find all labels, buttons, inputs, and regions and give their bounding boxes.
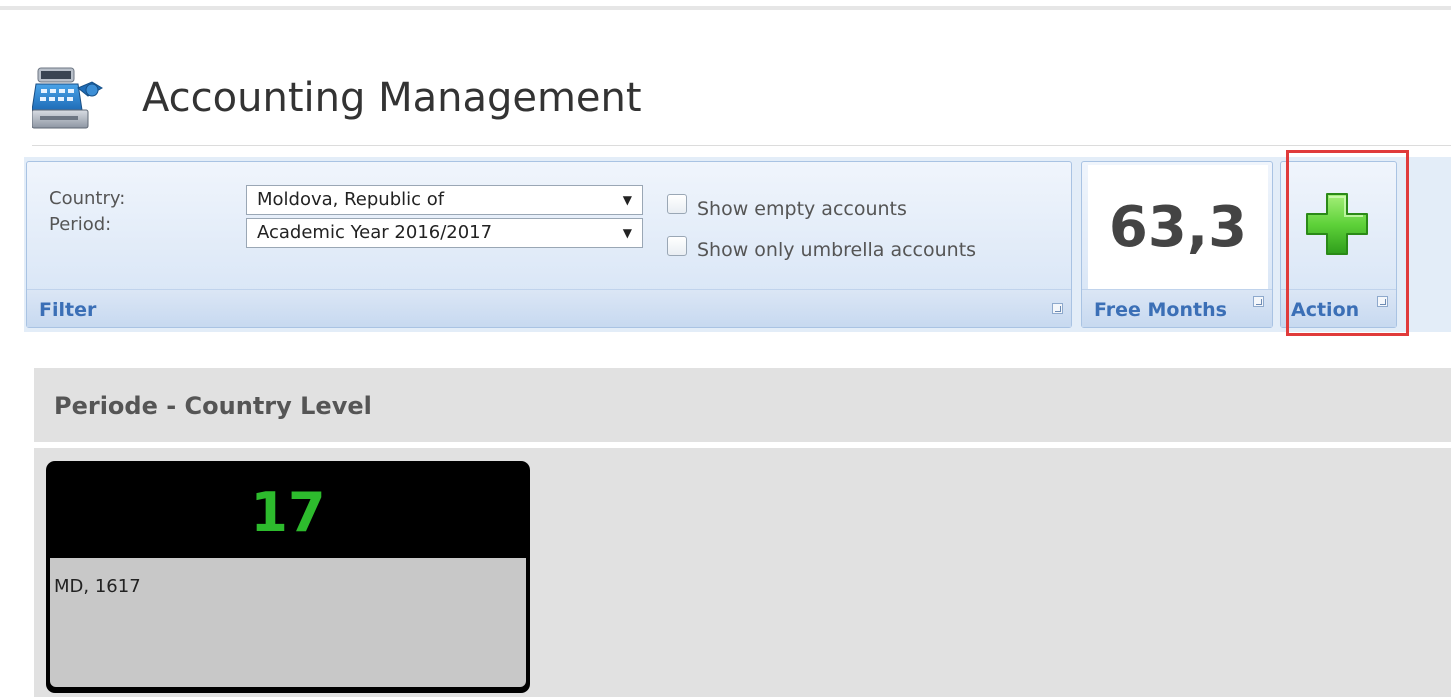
chevron-down-icon: ▼ [622,226,632,240]
cash-register-icon [31,66,104,132]
show-umbrella-accounts-checkbox[interactable] [667,236,687,256]
filter-group-caption: Filter [27,289,1071,327]
tile-label: MD, 1617 [54,576,141,597]
action-highlight-box [1286,150,1409,336]
period-select-value: Academic Year 2016/2017 [257,222,493,243]
period-section-header: Periode - Country Level [34,368,1451,442]
chevron-down-icon: ▼ [622,193,632,207]
period-label: Period: [49,214,112,235]
dialog-launcher-icon[interactable] [1253,296,1264,307]
show-empty-accounts-label[interactable]: Show empty accounts [697,198,907,220]
show-umbrella-accounts-label[interactable]: Show only umbrella accounts [697,239,976,261]
dialog-launcher-icon[interactable] [1052,303,1063,314]
country-label: Country: [49,188,126,209]
country-period-tile[interactable]: 17 MD, 1617 [46,461,530,693]
free-months-group: 63,3 Free Months [1081,161,1273,328]
tile-count: 17 [250,481,326,544]
filter-group: Country: Period: Moldova, Republic of ▼ … [26,161,1072,328]
free-months-card: 63,3 [1088,165,1268,290]
top-divider [0,6,1451,10]
free-months-group-caption: Free Months [1082,289,1272,327]
free-months-value: 63,3 [1108,195,1248,260]
filter-caption: Filter [39,299,97,321]
tile-body: MD, 1617 [50,558,526,687]
title-divider [32,145,1451,146]
period-select[interactable]: Academic Year 2016/2017 ▼ [246,218,643,248]
section-title: Periode - Country Level [54,392,372,420]
country-select-value: Moldova, Republic of [257,189,445,210]
page-title: Accounting Management [142,75,642,121]
free-months-caption: Free Months [1094,299,1227,321]
show-empty-accounts-checkbox[interactable] [667,194,687,214]
country-select[interactable]: Moldova, Republic of ▼ [246,185,643,215]
